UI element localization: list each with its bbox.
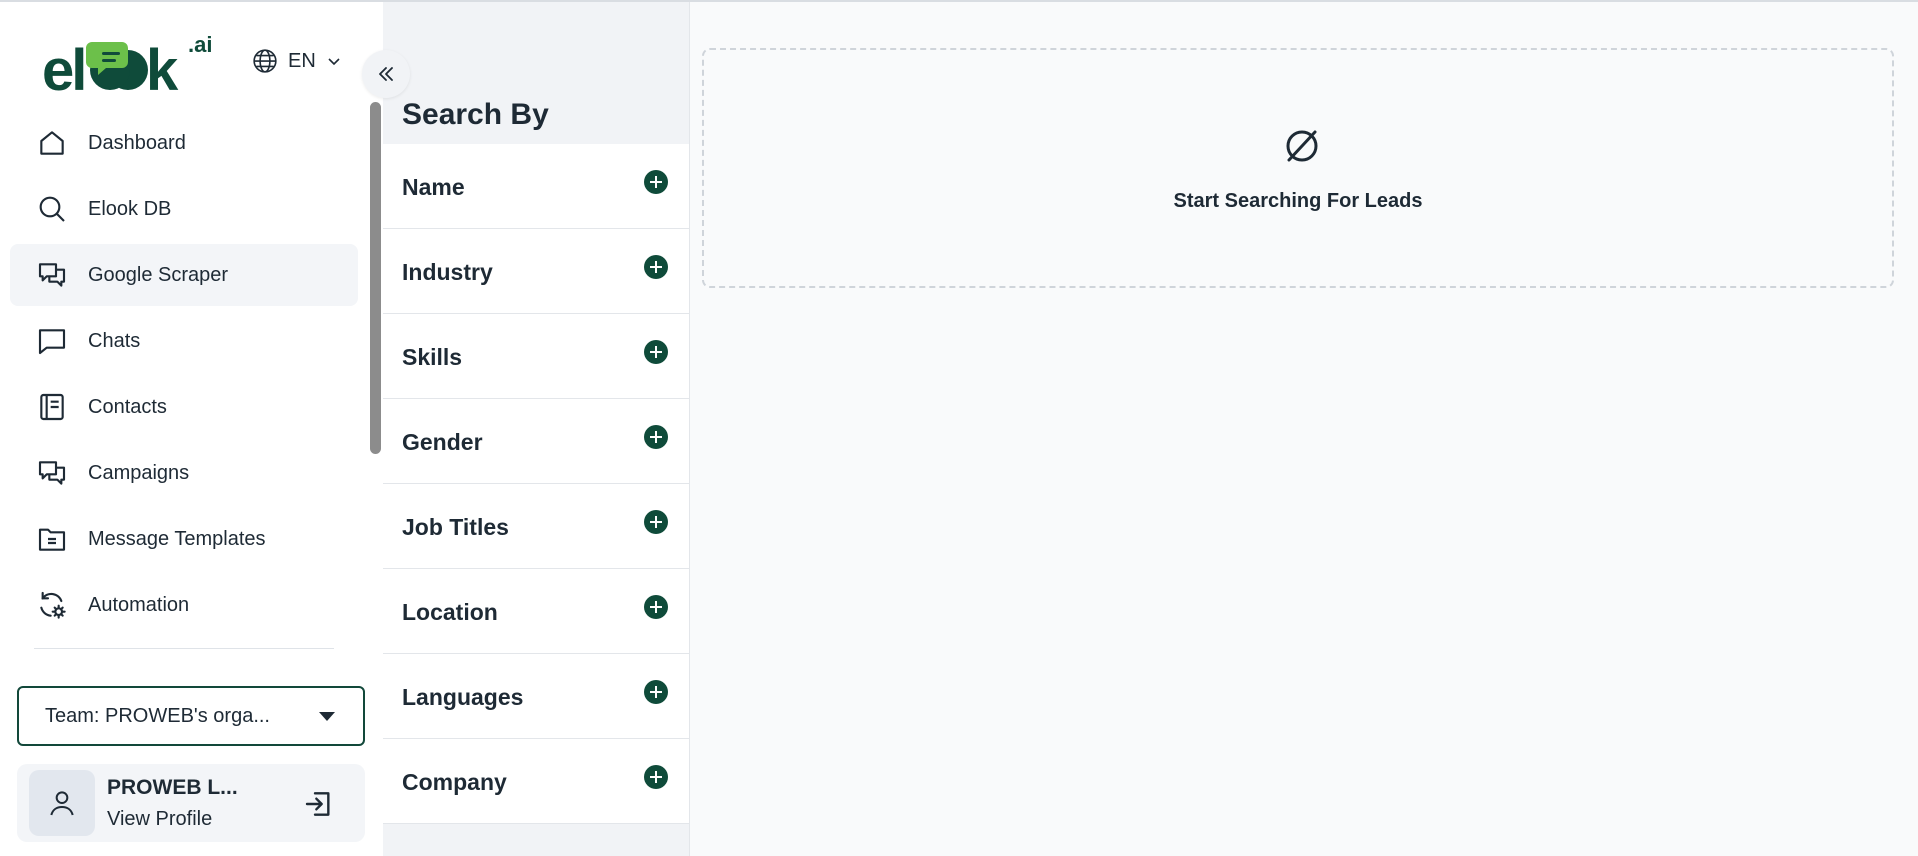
sidebar-item-dashboard[interactable]: Dashboard <box>10 112 358 174</box>
search-icon <box>39 196 65 222</box>
chat-icon <box>38 329 66 355</box>
filter-languages[interactable]: Languages <box>383 654 689 739</box>
filter-gender[interactable]: Gender <box>383 399 689 484</box>
globe-icon <box>253 49 277 73</box>
filter-label: Languages <box>402 684 524 710</box>
home-icon <box>40 131 64 155</box>
svg-text:k: k <box>146 38 179 96</box>
results-area: Start Searching For Leads <box>690 2 1918 856</box>
svg-text:.ai: .ai <box>188 32 212 57</box>
collapse-sidebar-button[interactable] <box>362 50 410 98</box>
user-icon <box>50 791 74 816</box>
avatar[interactable] <box>29 770 95 836</box>
sidebar-item-label: Dashboard <box>88 131 186 154</box>
add-filter-icon[interactable] <box>644 510 668 534</box>
svg-text:el: el <box>42 38 84 96</box>
elook-logo[interactable]: el k .ai <box>42 30 222 103</box>
sidebar-item-label: Chats <box>88 329 141 352</box>
sidebar-nav: Dashboard Elook DB Google Scraper Chats … <box>10 112 358 640</box>
automation-gear-icon <box>40 591 66 619</box>
language-code: EN <box>288 49 316 72</box>
sidebar-item-contacts[interactable]: Contacts <box>10 376 358 438</box>
filter-label: Industry <box>402 259 493 285</box>
empty-state: Start Searching For Leads <box>702 48 1894 288</box>
add-filter-icon[interactable] <box>644 255 668 279</box>
filter-label: Gender <box>402 429 483 455</box>
filter-industry[interactable]: Industry <box>383 229 689 314</box>
sidebar-item-label: Google Scraper <box>88 263 229 286</box>
view-profile-link[interactable]: View Profile <box>107 808 212 831</box>
double-chevron-left-icon <box>379 67 393 81</box>
contacts-book-icon <box>40 393 64 421</box>
sidebar: el k .ai EN Dashboard Elook DB Google Sc <box>0 2 383 856</box>
sidebar-item-campaigns[interactable]: Campaigns <box>10 442 358 504</box>
profile-name: PROWEB L... <box>107 776 238 799</box>
sidebar-item-label: Campaigns <box>88 461 190 484</box>
add-filter-icon[interactable] <box>644 425 668 449</box>
profile-card: PROWEB L... View Profile <box>17 764 365 842</box>
language-selector[interactable]: EN <box>252 48 342 74</box>
folder-icon <box>38 528 66 551</box>
logout-icon[interactable] <box>303 788 335 820</box>
team-label: Team: PROWEB's orga... <box>45 704 270 727</box>
caret-down-icon <box>319 712 335 721</box>
empty-set-icon <box>1286 130 1318 162</box>
search-by-title: Search By <box>402 98 549 131</box>
filter-job-titles[interactable]: Job Titles <box>383 484 689 569</box>
filter-label: Skills <box>402 344 463 370</box>
filter-label: Name <box>402 174 465 200</box>
sidebar-item-elook-db[interactable]: Elook DB <box>10 178 358 240</box>
filter-company[interactable]: Company <box>383 739 689 824</box>
add-filter-icon[interactable] <box>644 340 668 364</box>
sidebar-item-message-templates[interactable]: Message Templates <box>10 508 358 570</box>
filter-skills[interactable]: Skills <box>383 314 689 399</box>
sidebar-item-chats[interactable]: Chats <box>10 310 358 372</box>
sidebar-item-label: Elook DB <box>88 197 172 220</box>
add-filter-icon[interactable] <box>644 765 668 789</box>
sidebar-item-label: Message Templates <box>88 527 266 550</box>
chevron-down-icon <box>328 58 340 66</box>
sidebar-item-automation[interactable]: Automation <box>10 574 358 636</box>
sidebar-item-label: Contacts <box>88 395 167 418</box>
add-filter-icon[interactable] <box>644 595 668 619</box>
filter-name[interactable]: Name <box>383 144 689 229</box>
sidebar-item-google-scraper[interactable]: Google Scraper <box>10 244 358 306</box>
campaigns-icon <box>38 461 66 485</box>
chats-icon <box>38 263 66 287</box>
sidebar-scrollbar[interactable] <box>370 102 381 454</box>
filter-list: Name Industry Skills Gender Job Titles L… <box>383 144 689 824</box>
add-filter-icon[interactable] <box>644 170 668 194</box>
filter-location[interactable]: Location <box>383 569 689 654</box>
add-filter-icon[interactable] <box>644 680 668 704</box>
filter-label: Job Titles <box>402 514 509 540</box>
empty-state-message: Start Searching For Leads <box>1173 190 1423 212</box>
filter-label: Location <box>402 599 498 625</box>
filter-label: Company <box>402 769 507 795</box>
team-selector[interactable]: Team: PROWEB's orga... <box>17 686 365 746</box>
sidebar-divider <box>34 648 334 649</box>
search-by-panel: Search By Name Industry Skills Gender Jo… <box>383 2 690 856</box>
sidebar-item-label: Automation <box>88 593 190 616</box>
